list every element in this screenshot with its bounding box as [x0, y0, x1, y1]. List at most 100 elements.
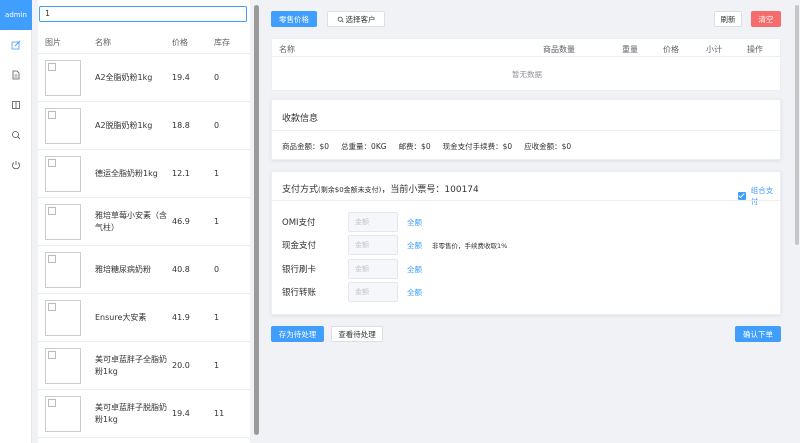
product-row[interactable]: 雅培草莓小安素（含气柱） 46.9 1: [38, 198, 250, 246]
product-stock: 1: [214, 169, 220, 178]
product-price: 40.8: [172, 265, 190, 274]
product-thumbnail: [45, 155, 81, 192]
product-stock: 0: [214, 73, 220, 82]
side-nav: admin: [0, 0, 32, 443]
product-stock: 0: [214, 265, 220, 274]
transfer-pay-full-button[interactable]: 全额: [407, 287, 422, 298]
product-name: A2脱脂奶粉1kg: [95, 120, 153, 130]
combo-payment-checkbox[interactable]: 组合支付: [738, 185, 780, 207]
header-price: 价格: [172, 38, 188, 47]
book-icon: [12, 101, 20, 109]
cash-pay-amount-input[interactable]: 金额: [348, 235, 398, 255]
product-list-scrollbar[interactable]: [254, 5, 259, 435]
payment-row-omi: OMI支付 金额 全额: [282, 212, 782, 232]
payment-divider: [272, 200, 780, 201]
product-thumbnail: [45, 107, 81, 144]
save-pending-button[interactable]: 存为待处理: [271, 326, 324, 342]
cart-header-name: 名称: [279, 45, 295, 54]
clear-button[interactable]: 清空: [751, 11, 781, 27]
nav-item-book[interactable]: [0, 90, 32, 120]
cart-header-qty: 商品数量: [543, 45, 575, 54]
select-customer-label: 选择客户: [345, 14, 376, 24]
product-stock: 1: [214, 361, 220, 370]
select-customer-button[interactable]: 选择客户: [327, 11, 385, 27]
power-icon: [12, 161, 20, 170]
summary-cash-fee: 现金支付手续费：$0: [442, 142, 513, 151]
cart-header-action: 操作: [747, 45, 763, 54]
retail-price-button[interactable]: 零售价格: [271, 11, 317, 27]
summary-total-weight: 总重量：0KG: [341, 142, 387, 151]
summary-postage: 邮费：$0: [398, 142, 431, 151]
product-row[interactable]: 雅培糖尿病奶粉 40.8 0: [38, 246, 250, 294]
refresh-button[interactable]: 刷新: [714, 11, 742, 27]
product-row[interactable]: 德运全脂奶粉1kg 12.1 1: [38, 150, 250, 198]
nav-item-edit[interactable]: [0, 30, 32, 60]
cash-pay-label: 现金支付: [282, 241, 317, 251]
nav-item-document[interactable]: [0, 60, 32, 90]
nav-item-power[interactable]: [0, 150, 32, 180]
omi-pay-label: OMI支付: [282, 218, 316, 228]
payment-remaining: (剩余$0金额未支付): [318, 186, 382, 194]
confirm-order-button[interactable]: 确认下单: [735, 326, 781, 342]
header-stock: 库存: [214, 38, 230, 47]
brand-label[interactable]: admin: [0, 0, 32, 30]
product-price: 46.9: [172, 217, 190, 226]
header-image: 图片: [45, 38, 61, 47]
summary-goods-amount: 商品金额：$0: [282, 142, 330, 151]
summary-title: 收款信息: [282, 114, 319, 124]
omi-pay-full-button[interactable]: 全额: [407, 217, 422, 228]
cart-empty-text: 暂无数据: [512, 70, 542, 79]
cash-pay-full-button[interactable]: 全额: [407, 240, 422, 251]
edit-icon: [11, 40, 21, 50]
product-row[interactable]: 美可卓蓝胖子脱脂奶粉1kg 19.4 11: [38, 390, 250, 438]
cash-fee-note: 非零售价，手续费收取1%: [432, 242, 508, 250]
document-icon: [12, 70, 20, 80]
product-thumbnail: [45, 59, 81, 96]
payment-row-card: 银行刷卡 金额 全额: [282, 259, 782, 279]
product-row[interactable]: A2脱脂奶粉1kg 18.8 0: [38, 102, 250, 150]
payment-title-prefix: 支付方式: [282, 185, 319, 195]
product-thumbnail: [45, 299, 81, 336]
product-name: Ensure大安素: [95, 312, 147, 322]
omi-pay-amount-input[interactable]: 金额: [348, 212, 398, 232]
product-price: 19.4: [172, 409, 190, 418]
combo-payment-label: 组合支付: [750, 186, 774, 206]
product-stock: 1: [214, 217, 220, 226]
nav-item-search[interactable]: [0, 120, 32, 150]
payment-row-cash: 现金支付 金额 全额 非零售价，手续费收取1%: [282, 235, 782, 255]
product-thumbnail: [45, 251, 81, 288]
cart-table-header: 名称 商品数量 重量 价格 小计 操作: [272, 39, 782, 57]
page-scrollbar[interactable]: [795, 5, 799, 245]
card-pay-label: 银行刷卡: [282, 265, 317, 275]
product-stock: 1: [214, 313, 220, 322]
product-name: 美可卓蓝胖子全脂奶粉1kg: [95, 354, 167, 376]
product-price: 12.1: [172, 169, 190, 178]
product-stock: 11: [214, 409, 225, 418]
cart-header-subtotal: 小计: [706, 45, 722, 54]
header-name: 名称: [95, 37, 111, 47]
order-panel: 零售价格 选择客户 刷新 清空 名称 商品数量 重量 价格 小计 操作 暂无数据…: [264, 0, 790, 443]
transfer-pay-amount-input[interactable]: 金额: [348, 282, 398, 302]
product-row[interactable]: Ensure大安素 41.9 1: [38, 294, 250, 342]
product-price: 20.0: [172, 361, 190, 370]
product-row[interactable]: 美可卓蓝胖子全脂奶粉1kg 20.0 1: [38, 342, 250, 390]
payment-method-card: 支付方式(剩余$0金额未支付)，当前小票号：100174 组合支付 OMI支付 …: [271, 171, 781, 315]
checkbox-checked-icon: [738, 192, 746, 200]
product-price: 18.8: [172, 121, 190, 130]
cart-header-weight: 重量: [622, 45, 638, 54]
product-name: 雅培糖尿病奶粉: [95, 264, 151, 274]
product-price: 19.4: [172, 73, 190, 82]
product-panel: 1 图片 名称 价格 库存 A2全脂奶粉1kg 19.4 0 A2脱脂奶粉1kg…: [38, 0, 250, 443]
summary-divider: [272, 130, 780, 131]
product-row[interactable]: A2全脂奶粉1kg 19.4 0: [38, 54, 250, 102]
view-pending-button[interactable]: 查看待处理: [331, 326, 383, 342]
transfer-pay-label: 银行转账: [282, 288, 317, 298]
payment-title: 支付方式(剩余$0金额未支付)，当前小票号：100174: [282, 182, 479, 195]
card-pay-full-button[interactable]: 全额: [407, 264, 422, 275]
cart-header-price: 价格: [663, 45, 679, 54]
product-name: A2全脂奶粉1kg: [95, 72, 153, 82]
cart-table: 名称 商品数量 重量 价格 小计 操作 暂无数据: [271, 38, 782, 91]
product-search-input[interactable]: 1: [39, 6, 247, 22]
payment-summary-card: 收款信息 商品金额：$0 总重量：0KG 邮费：$0 现金支付手续费：$0 应收…: [271, 99, 781, 160]
card-pay-amount-input[interactable]: 金额: [348, 259, 398, 279]
